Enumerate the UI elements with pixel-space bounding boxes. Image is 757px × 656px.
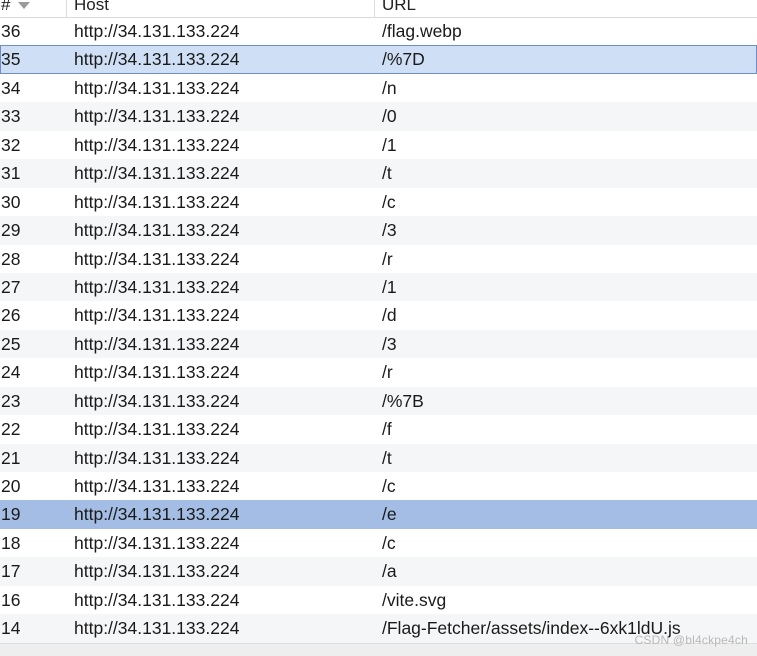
cell-number: 26 (1, 305, 21, 326)
cell-url: /c (382, 476, 396, 496)
cell-url: /%7B (382, 390, 424, 411)
cell-number: 33 (1, 106, 21, 127)
cell-host: http://34.131.133.224 (74, 362, 240, 383)
table-row[interactable]: 36 http://34.131.133.224/flag.webp (0, 17, 757, 45)
cell-host: http://34.131.133.224 (74, 21, 240, 41)
table-row[interactable]: 32 http://34.131.133.224/1 (0, 131, 757, 159)
sort-down-icon (18, 2, 31, 10)
cell-url: /vite.svg (382, 589, 447, 610)
cell-number: 14 (1, 618, 21, 639)
cell-number: 27 (1, 276, 21, 297)
cell-url: /r (382, 362, 393, 383)
table-row[interactable]: 34 http://34.131.133.224/n (0, 74, 757, 102)
table-row[interactable]: 25 http://34.131.133.224/3 (0, 329, 757, 359)
cell-host: http://34.131.133.224 (74, 77, 240, 98)
table-row[interactable]: 20 http://34.131.133.224/c (0, 472, 757, 500)
cell-url: /d (382, 305, 397, 326)
table-row[interactable]: 33 http://34.131.133.224/0 (0, 102, 757, 131)
cell-host: http://34.131.133.224 (74, 305, 240, 326)
cell-number: 23 (1, 390, 21, 411)
table-header: # Host URL (0, 0, 757, 18)
column-separator[interactable] (374, 0, 375, 17)
cell-host: http://34.131.133.224 (74, 419, 240, 440)
cell-number: 30 (1, 191, 21, 212)
cell-url: /0 (382, 106, 397, 127)
table-row[interactable]: 16 http://34.131.133.224/vite.svg (0, 586, 757, 614)
cell-host: http://34.131.133.224 (74, 390, 240, 411)
cell-number: 31 (1, 163, 21, 184)
table-row[interactable]: 21 http://34.131.133.224/t (0, 443, 757, 472)
cell-url: /e (382, 504, 397, 525)
cell-url: /t (382, 447, 392, 468)
table-row[interactable]: 19 http://34.131.133.224/e (0, 500, 757, 529)
cell-host: http://34.131.133.224 (74, 476, 240, 496)
cell-url: /3 (382, 220, 397, 241)
cell-url: /t (382, 163, 392, 184)
cell-url: /%7D (382, 49, 425, 70)
cell-host: http://34.131.133.224 (74, 134, 240, 155)
table-row[interactable]: 24 http://34.131.133.224/r (0, 358, 757, 386)
cell-url: /f (382, 419, 392, 440)
column-header-number-label: # (1, 0, 11, 14)
cell-url: /flag.webp (382, 21, 462, 41)
column-header-host-label: Host (74, 0, 109, 14)
table-row[interactable]: 17 http://34.131.133.224/a (0, 557, 757, 586)
column-separator[interactable] (66, 0, 67, 17)
cell-number: 17 (1, 561, 21, 582)
table-row[interactable]: 18 http://34.131.133.224/c (0, 529, 757, 557)
table-row[interactable]: 30 http://34.131.133.224/c (0, 188, 757, 216)
cell-url: /1 (382, 134, 397, 155)
cell-host: http://34.131.133.224 (74, 532, 240, 553)
cell-url: /n (382, 77, 397, 98)
cell-url: /r (382, 248, 393, 269)
watermark: CSDN @bl4ckpe4ch (634, 633, 748, 647)
table-row[interactable]: 35 http://34.131.133.224 /%7D (0, 45, 757, 74)
column-header-number[interactable]: # (1, 0, 59, 17)
cell-number: 34 (1, 77, 21, 98)
cell-number: 35 (1, 49, 21, 70)
table-row[interactable]: 29 http://34.131.133.224/3 (0, 216, 757, 245)
cell-number: 28 (1, 248, 21, 269)
cell-url: /1 (382, 276, 397, 297)
cell-number: 32 (1, 134, 21, 155)
cell-host: http://34.131.133.224 (74, 333, 240, 354)
cell-number: 29 (1, 220, 21, 241)
cell-url: /c (382, 191, 396, 212)
cell-host: http://34.131.133.224 (74, 618, 240, 639)
cell-host: http://34.131.133.224 (74, 561, 240, 582)
cell-host: http://34.131.133.224 (74, 447, 240, 468)
cell-number: 25 (1, 333, 21, 354)
cell-number: 20 (1, 476, 21, 496)
cell-url: /a (382, 561, 397, 582)
cell-host: http://34.131.133.224 (74, 276, 240, 297)
cell-host: http://34.131.133.224 (74, 163, 240, 184)
table-row[interactable]: 27 http://34.131.133.224/1 (0, 272, 757, 302)
cell-host: http://34.131.133.224 (74, 106, 240, 127)
table-row[interactable]: 28 http://34.131.133.224/r (0, 245, 757, 273)
cell-url: /c (382, 532, 396, 553)
cell-host: http://34.131.133.224 (74, 49, 240, 70)
column-header-url-label: URL (382, 0, 417, 14)
column-header-url[interactable]: URL (382, 0, 416, 17)
cell-host: http://34.131.133.224 (74, 220, 240, 241)
cell-number: 24 (1, 362, 21, 383)
cell-number: 16 (1, 589, 21, 610)
cell-host: http://34.131.133.224 (74, 248, 240, 269)
cell-number: 36 (1, 21, 21, 41)
table-row[interactable]: 26 http://34.131.133.224/d (0, 301, 757, 329)
table-row[interactable]: 31 http://34.131.133.224/t (0, 159, 757, 188)
column-header-host[interactable]: Host (74, 0, 109, 17)
cell-host: http://34.131.133.224 (74, 191, 240, 212)
cell-host: http://34.131.133.224 (74, 589, 240, 610)
table-row[interactable]: 23 http://34.131.133.224 /%7B (0, 386, 757, 416)
cell-number: 18 (1, 532, 21, 553)
cell-host: http://34.131.133.224 (74, 504, 240, 525)
cell-number: 19 (1, 504, 21, 525)
cell-url: /3 (382, 333, 397, 354)
table-body: 36 http://34.131.133.224/flag.webp 35 http:… (0, 17, 757, 643)
table-row[interactable]: 22 http://34.131.133.224/f (0, 415, 757, 443)
cell-number: 22 (1, 419, 21, 440)
cell-number: 21 (1, 447, 21, 468)
